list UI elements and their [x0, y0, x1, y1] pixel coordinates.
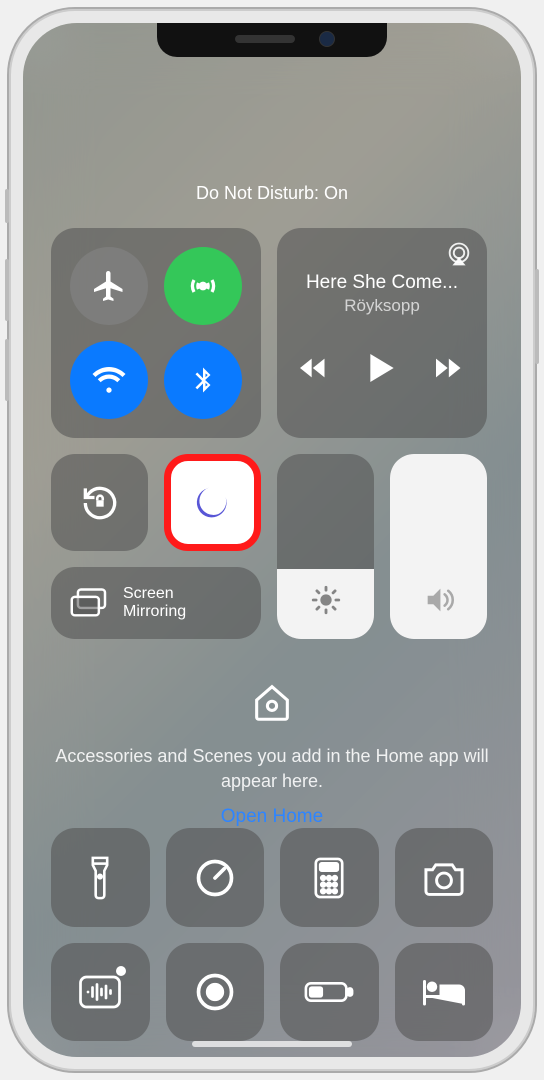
brightness-slider[interactable] [277, 454, 374, 639]
volume-up-button [5, 259, 9, 321]
screen-mirroring-icon [69, 587, 109, 619]
home-indicator[interactable] [192, 1041, 352, 1047]
volume-down-button [5, 339, 9, 401]
media-tile[interactable]: Here She Come... Röyksopp [277, 228, 487, 438]
airplane-icon [91, 268, 127, 304]
wifi-icon [91, 362, 127, 398]
sleep-button[interactable] [395, 943, 494, 1042]
low-power-button[interactable] [280, 943, 379, 1042]
play-button[interactable] [370, 354, 394, 382]
media-artist: Röyksopp [291, 296, 473, 316]
airplay-icon[interactable] [445, 240, 473, 268]
screen-mirroring-label: Screen Mirroring [123, 585, 186, 622]
screen: Do Not Disturb: On [23, 23, 521, 1057]
flashlight-button[interactable] [51, 828, 150, 927]
screen-record-button[interactable] [166, 943, 265, 1042]
bluetooth-toggle[interactable] [164, 341, 242, 419]
wifi-toggle[interactable] [70, 341, 148, 419]
mute-switch [5, 189, 9, 223]
cellular-data-toggle[interactable] [164, 247, 242, 325]
status-text: Do Not Disturb: On [51, 183, 493, 204]
screen-record-icon [193, 970, 237, 1014]
brightness-icon [309, 583, 343, 617]
screen-mirroring-button[interactable]: Screen Mirroring [51, 567, 261, 639]
bed-icon [420, 975, 468, 1009]
volume-icon [421, 583, 457, 617]
volume-slider[interactable] [390, 454, 487, 639]
home-message: Accessories and Scenes you add in the Ho… [51, 744, 493, 794]
timer-button[interactable] [166, 828, 265, 927]
timer-icon [193, 856, 237, 900]
calculator-button[interactable] [280, 828, 379, 927]
open-home-link[interactable]: Open Home [51, 806, 493, 828]
side-button [535, 269, 539, 364]
bluetooth-icon [188, 361, 218, 399]
home-section: Accessories and Scenes you add in the Ho… [51, 679, 493, 828]
cellular-icon [185, 268, 221, 304]
orientation-lock-toggle[interactable] [51, 454, 148, 551]
camera-icon [421, 859, 467, 897]
forward-button[interactable] [436, 357, 464, 379]
camera-button[interactable] [395, 828, 494, 927]
voice-memos-button[interactable] [51, 943, 150, 1042]
connectivity-tile[interactable] [51, 228, 261, 438]
control-center: Do Not Disturb: On [23, 23, 521, 1057]
rewind-button[interactable] [300, 357, 328, 379]
media-title: Here She Come... [291, 272, 473, 294]
voice-memos-icon [76, 968, 124, 1016]
home-icon [249, 679, 295, 725]
calculator-icon [312, 856, 346, 900]
battery-icon [303, 978, 355, 1006]
orientation-lock-icon [78, 481, 122, 525]
phone-frame: Do Not Disturb: On [7, 7, 537, 1073]
notch [157, 23, 387, 57]
do-not-disturb-toggle[interactable] [164, 454, 261, 551]
flashlight-icon [85, 855, 115, 901]
moon-icon [192, 482, 234, 524]
airplane-mode-toggle[interactable] [70, 247, 148, 325]
